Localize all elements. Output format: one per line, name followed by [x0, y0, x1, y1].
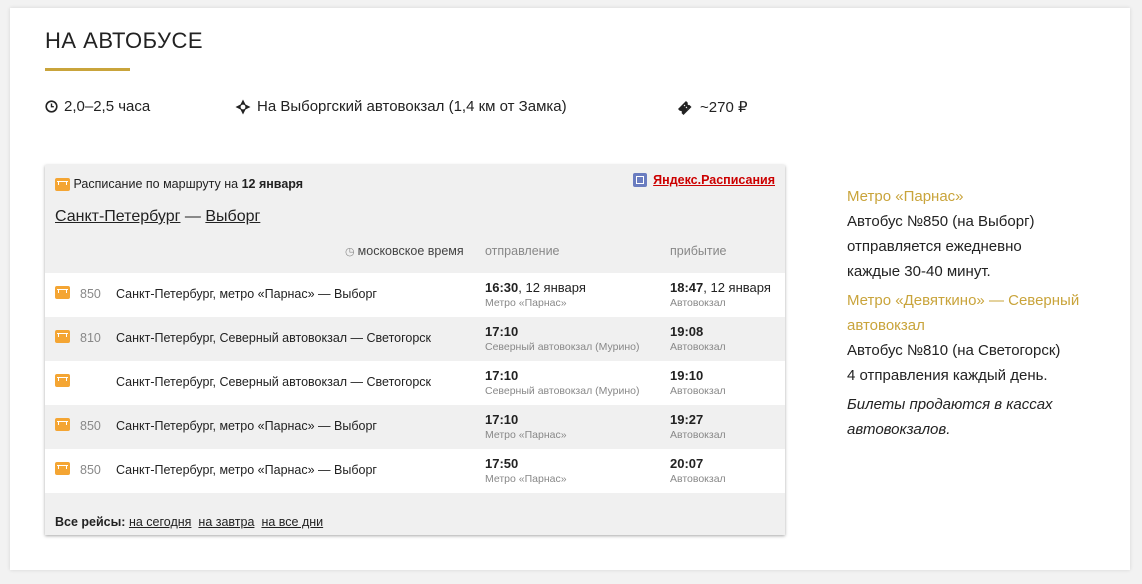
tickets-note-1: Билеты продаются в кассах: [847, 396, 1053, 413]
route-separator: —: [180, 208, 206, 225]
clock-icon: [45, 100, 58, 113]
departure-cell: 17:10 Северный автовокзал (Мурино): [485, 324, 639, 353]
parnas-heading: Метро «Парнас»: [847, 188, 964, 205]
arrival-place: Автовокзал: [670, 429, 726, 441]
parnas-text-1: Автобус №850 (на Выборг): [847, 213, 1035, 230]
price-text: ~270 ₽: [700, 99, 748, 116]
bus-icon: [55, 374, 70, 387]
route-number: 850: [80, 419, 101, 433]
route-from-link[interactable]: Санкт-Петербург: [55, 208, 180, 225]
bus-icon: [55, 178, 70, 192]
arrival-cell: 19:08 Автовокзал: [670, 324, 726, 353]
parnas-text-3: каждые 30-40 минут.: [847, 263, 991, 280]
title-underline: [45, 68, 130, 71]
departure-cell: 17:10 Метро «Парнас»: [485, 412, 567, 441]
duration-text: 2,0–2,5 часа: [64, 98, 151, 115]
arrival-time: 19:27: [670, 412, 704, 427]
arrival-time: 18:47: [670, 280, 704, 295]
schedule-widget: Расписание по маршруту на 12 января Янде…: [45, 165, 785, 535]
departure-cell: 17:50 Метро «Парнас»: [485, 456, 567, 485]
devyatkino-text-2: 4 отправления каждый день.: [847, 367, 1048, 384]
schedule-caption: Расписание по маршруту на 12 января: [55, 177, 304, 192]
caption-date: 12 января: [241, 177, 304, 191]
departure-place: Метро «Парнас»: [485, 473, 567, 485]
fact-station: На Выборгский автовокзал (1,4 км от Замк…: [235, 98, 567, 115]
bus-icon: [55, 330, 70, 343]
departure-date: , 12 января: [518, 280, 586, 295]
bus-icon: [55, 462, 70, 475]
devyatkino-heading-2: автовокзал: [847, 317, 925, 334]
yandex-schedules-link[interactable]: Яндекс.Расписания: [653, 173, 775, 187]
arrival-place: Автовокзал: [670, 341, 726, 353]
parnas-text-2: отправляется ежедневно: [847, 238, 1022, 255]
content-card: НА АВТОБУСЕ 2,0–2,5 часа На Выборгский а…: [10, 8, 1130, 570]
departure-time: 17:50: [485, 456, 519, 471]
departure-place: Северный автовокзал (Мурино): [485, 385, 640, 397]
yandex-link-wrap: Яндекс.Расписания: [633, 173, 775, 187]
arrival-cell: 18:47, 12 января Автовокзал: [670, 280, 771, 309]
route-name: Санкт-Петербург, метро «Парнас» — Выборг: [116, 287, 377, 301]
schedule-row[interactable]: Санкт-Петербург, Северный автовокзал — С…: [45, 361, 785, 405]
arrival-cell: 19:10 Автовокзал: [670, 368, 726, 397]
route-name: Санкт-Петербург, метро «Парнас» — Выборг: [116, 419, 377, 433]
departure-time: 17:10: [485, 412, 519, 427]
devyatkino-heading-1: Метро «Девяткино» — Северный: [847, 292, 1080, 309]
route-number: 810: [80, 331, 101, 345]
devyatkino-text-1: Автобус №810 (на Светогорск): [847, 342, 1061, 359]
timezone-text: московское время: [357, 244, 464, 258]
route-number: 850: [80, 287, 101, 301]
departure-time: 17:10: [485, 324, 519, 339]
arrival-time: 20:07: [670, 456, 704, 471]
route-name: Санкт-Петербург, метро «Парнас» — Выборг: [116, 463, 377, 477]
ticket-icon: [678, 100, 692, 115]
departure-header: отправление: [485, 244, 560, 258]
route-number: 850: [80, 463, 101, 477]
arrival-cell: 20:07 Автовокзал: [670, 456, 726, 485]
schedule-row[interactable]: 850 Санкт-Петербург, метро «Парнас» — Вы…: [45, 449, 785, 493]
all-trips-footer: Все рейсы: на сегодня на завтра на все дни: [55, 515, 330, 529]
departure-place: Северный автовокзал (Мурино): [485, 341, 640, 353]
departure-cell: 17:10 Северный автовокзал (Мурино): [485, 368, 639, 397]
station-text: На Выборгский автовокзал (1,4 км от Замк…: [257, 98, 567, 115]
schedule-row[interactable]: 850 Санкт-Петербург, метро «Парнас» — Вы…: [45, 273, 785, 317]
all-days-link[interactable]: на все дни: [261, 515, 323, 529]
caption-prefix: Расписание по маршруту на: [73, 177, 242, 191]
departure-place: Метро «Парнас»: [485, 429, 567, 441]
arrival-cell: 19:27 Автовокзал: [670, 412, 726, 441]
departure-place: Метро «Парнас»: [485, 297, 567, 309]
section-title: НА АВТОБУСЕ: [45, 28, 204, 53]
arrival-header: прибытие: [670, 244, 727, 258]
side-info: Метро «Парнас» Автобус №850 (на Выборг) …: [847, 184, 1137, 442]
crosshair-icon: [235, 99, 251, 114]
departure-time: 16:30: [485, 280, 519, 295]
arrival-time: 19:08: [670, 324, 704, 339]
widget-header: Расписание по маршруту на 12 января Янде…: [45, 165, 785, 273]
fact-duration: 2,0–2,5 часа: [45, 98, 150, 115]
tickets-note-2: автовокзалов.: [847, 421, 951, 438]
arrival-place: Автовокзал: [670, 473, 726, 485]
tomorrow-link[interactable]: на завтра: [198, 515, 254, 529]
arrival-place: Автовокзал: [670, 385, 726, 397]
route-name: Санкт-Петербург, Северный автовокзал — С…: [116, 375, 432, 389]
today-link[interactable]: на сегодня: [129, 515, 191, 529]
arrival-date: , 12 января: [703, 280, 771, 295]
bus-icon: [55, 418, 70, 431]
schedule-row[interactable]: 810 Санкт-Петербург, Северный автовокзал…: [45, 317, 785, 361]
clock-small-icon: ◷: [345, 246, 358, 258]
all-trips-label: Все рейсы:: [55, 515, 126, 529]
route-to-link[interactable]: Выборг: [205, 208, 260, 225]
route-title: Санкт-Петербург — Выборг: [55, 208, 260, 226]
bus-icon: [55, 286, 70, 299]
arrival-time: 19:10: [670, 368, 704, 383]
fact-price: ~270 ₽: [677, 98, 748, 116]
departure-time: 17:10: [485, 368, 519, 383]
departure-cell: 16:30, 12 января Метро «Парнас»: [485, 280, 586, 309]
yandex-schedule-icon: [633, 173, 648, 187]
route-name: Санкт-Петербург, Северный автовокзал — С…: [116, 331, 432, 345]
timezone-label: ◷ московское время: [345, 244, 464, 258]
schedule-row[interactable]: 850 Санкт-Петербург, метро «Парнас» — Вы…: [45, 405, 785, 449]
arrival-place: Автовокзал: [670, 297, 726, 309]
